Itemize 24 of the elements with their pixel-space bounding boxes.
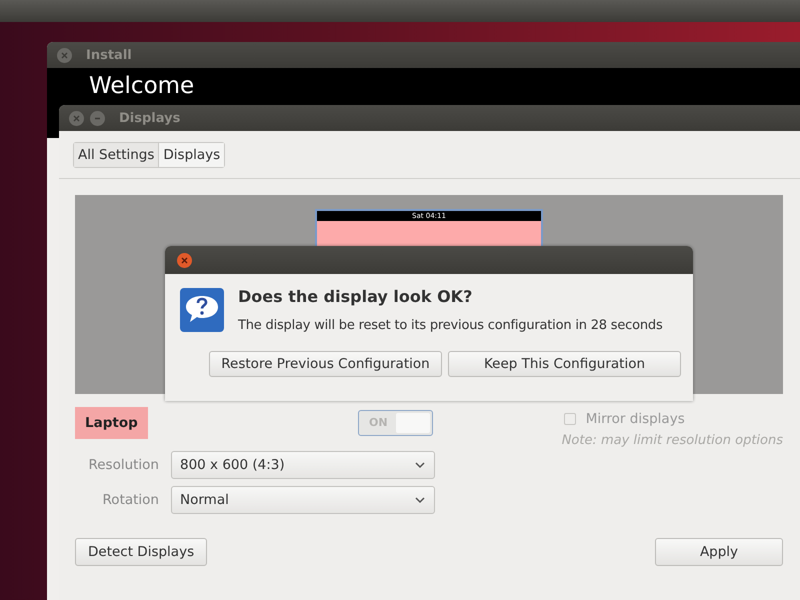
action-button[interactable]: Apply [655,538,783,566]
close-icon[interactable] [177,252,192,268]
display-name-label: Laptop [75,407,148,439]
welcome-heading: Welcome [89,73,194,99]
dialog-button[interactable]: Keep This Configuration [448,351,681,377]
dropdown[interactable]: Normal [171,486,435,514]
minimize-icon[interactable] [90,110,105,126]
note-text: Note: may limit resolution options [562,433,783,448]
setting-label: Resolution [87,457,159,473]
dropdown[interactable]: 800 x 600 (4:3) [171,451,435,479]
breadcrumb-button[interactable]: Displays [158,142,224,166]
setting-label: Rotation [102,492,159,508]
chevron-down-icon [414,461,426,469]
dialog-button[interactable]: Restore Previous Configuration [209,351,442,377]
window-title: Install [86,48,132,62]
close-icon[interactable] [69,110,84,126]
breadcrumb-button[interactable]: All Settings [74,142,158,166]
question-icon [179,287,225,333]
close-icon[interactable] [57,48,72,62]
chevron-down-icon [414,496,426,504]
dialog-message: The display will be reset to its previous configuration in 28 seconds [238,318,663,333]
action-button[interactable]: Detect Displays [75,538,208,566]
window-title: Displays [119,110,180,126]
dialog-heading: Does the display look OK? [238,287,474,306]
